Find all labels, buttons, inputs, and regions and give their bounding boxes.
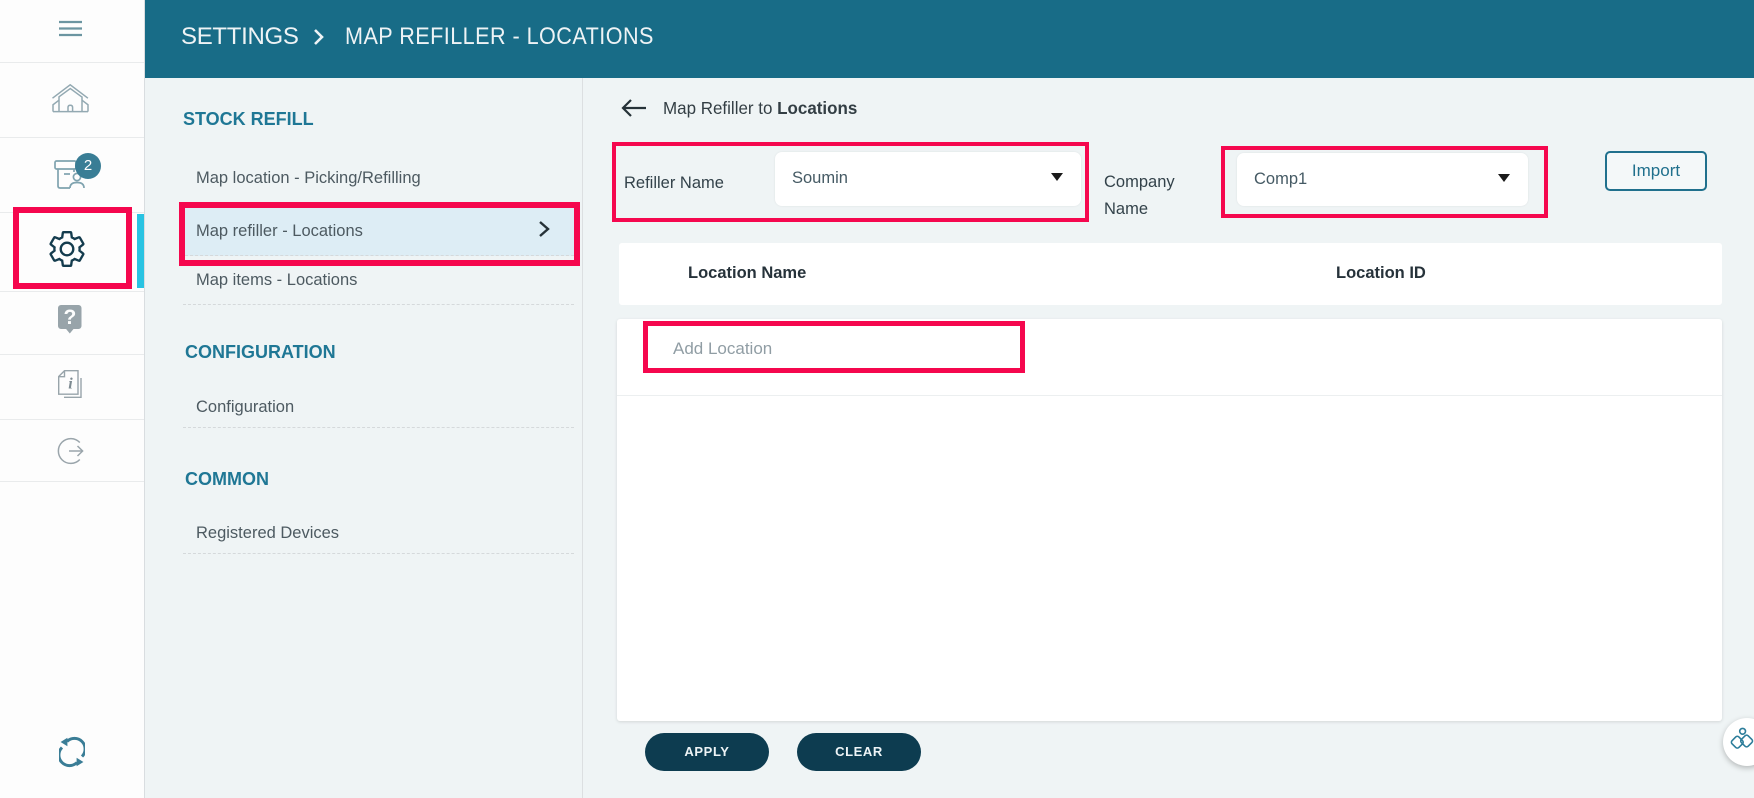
svg-text:i: i [68,376,73,393]
svg-text:?: ? [63,306,76,329]
